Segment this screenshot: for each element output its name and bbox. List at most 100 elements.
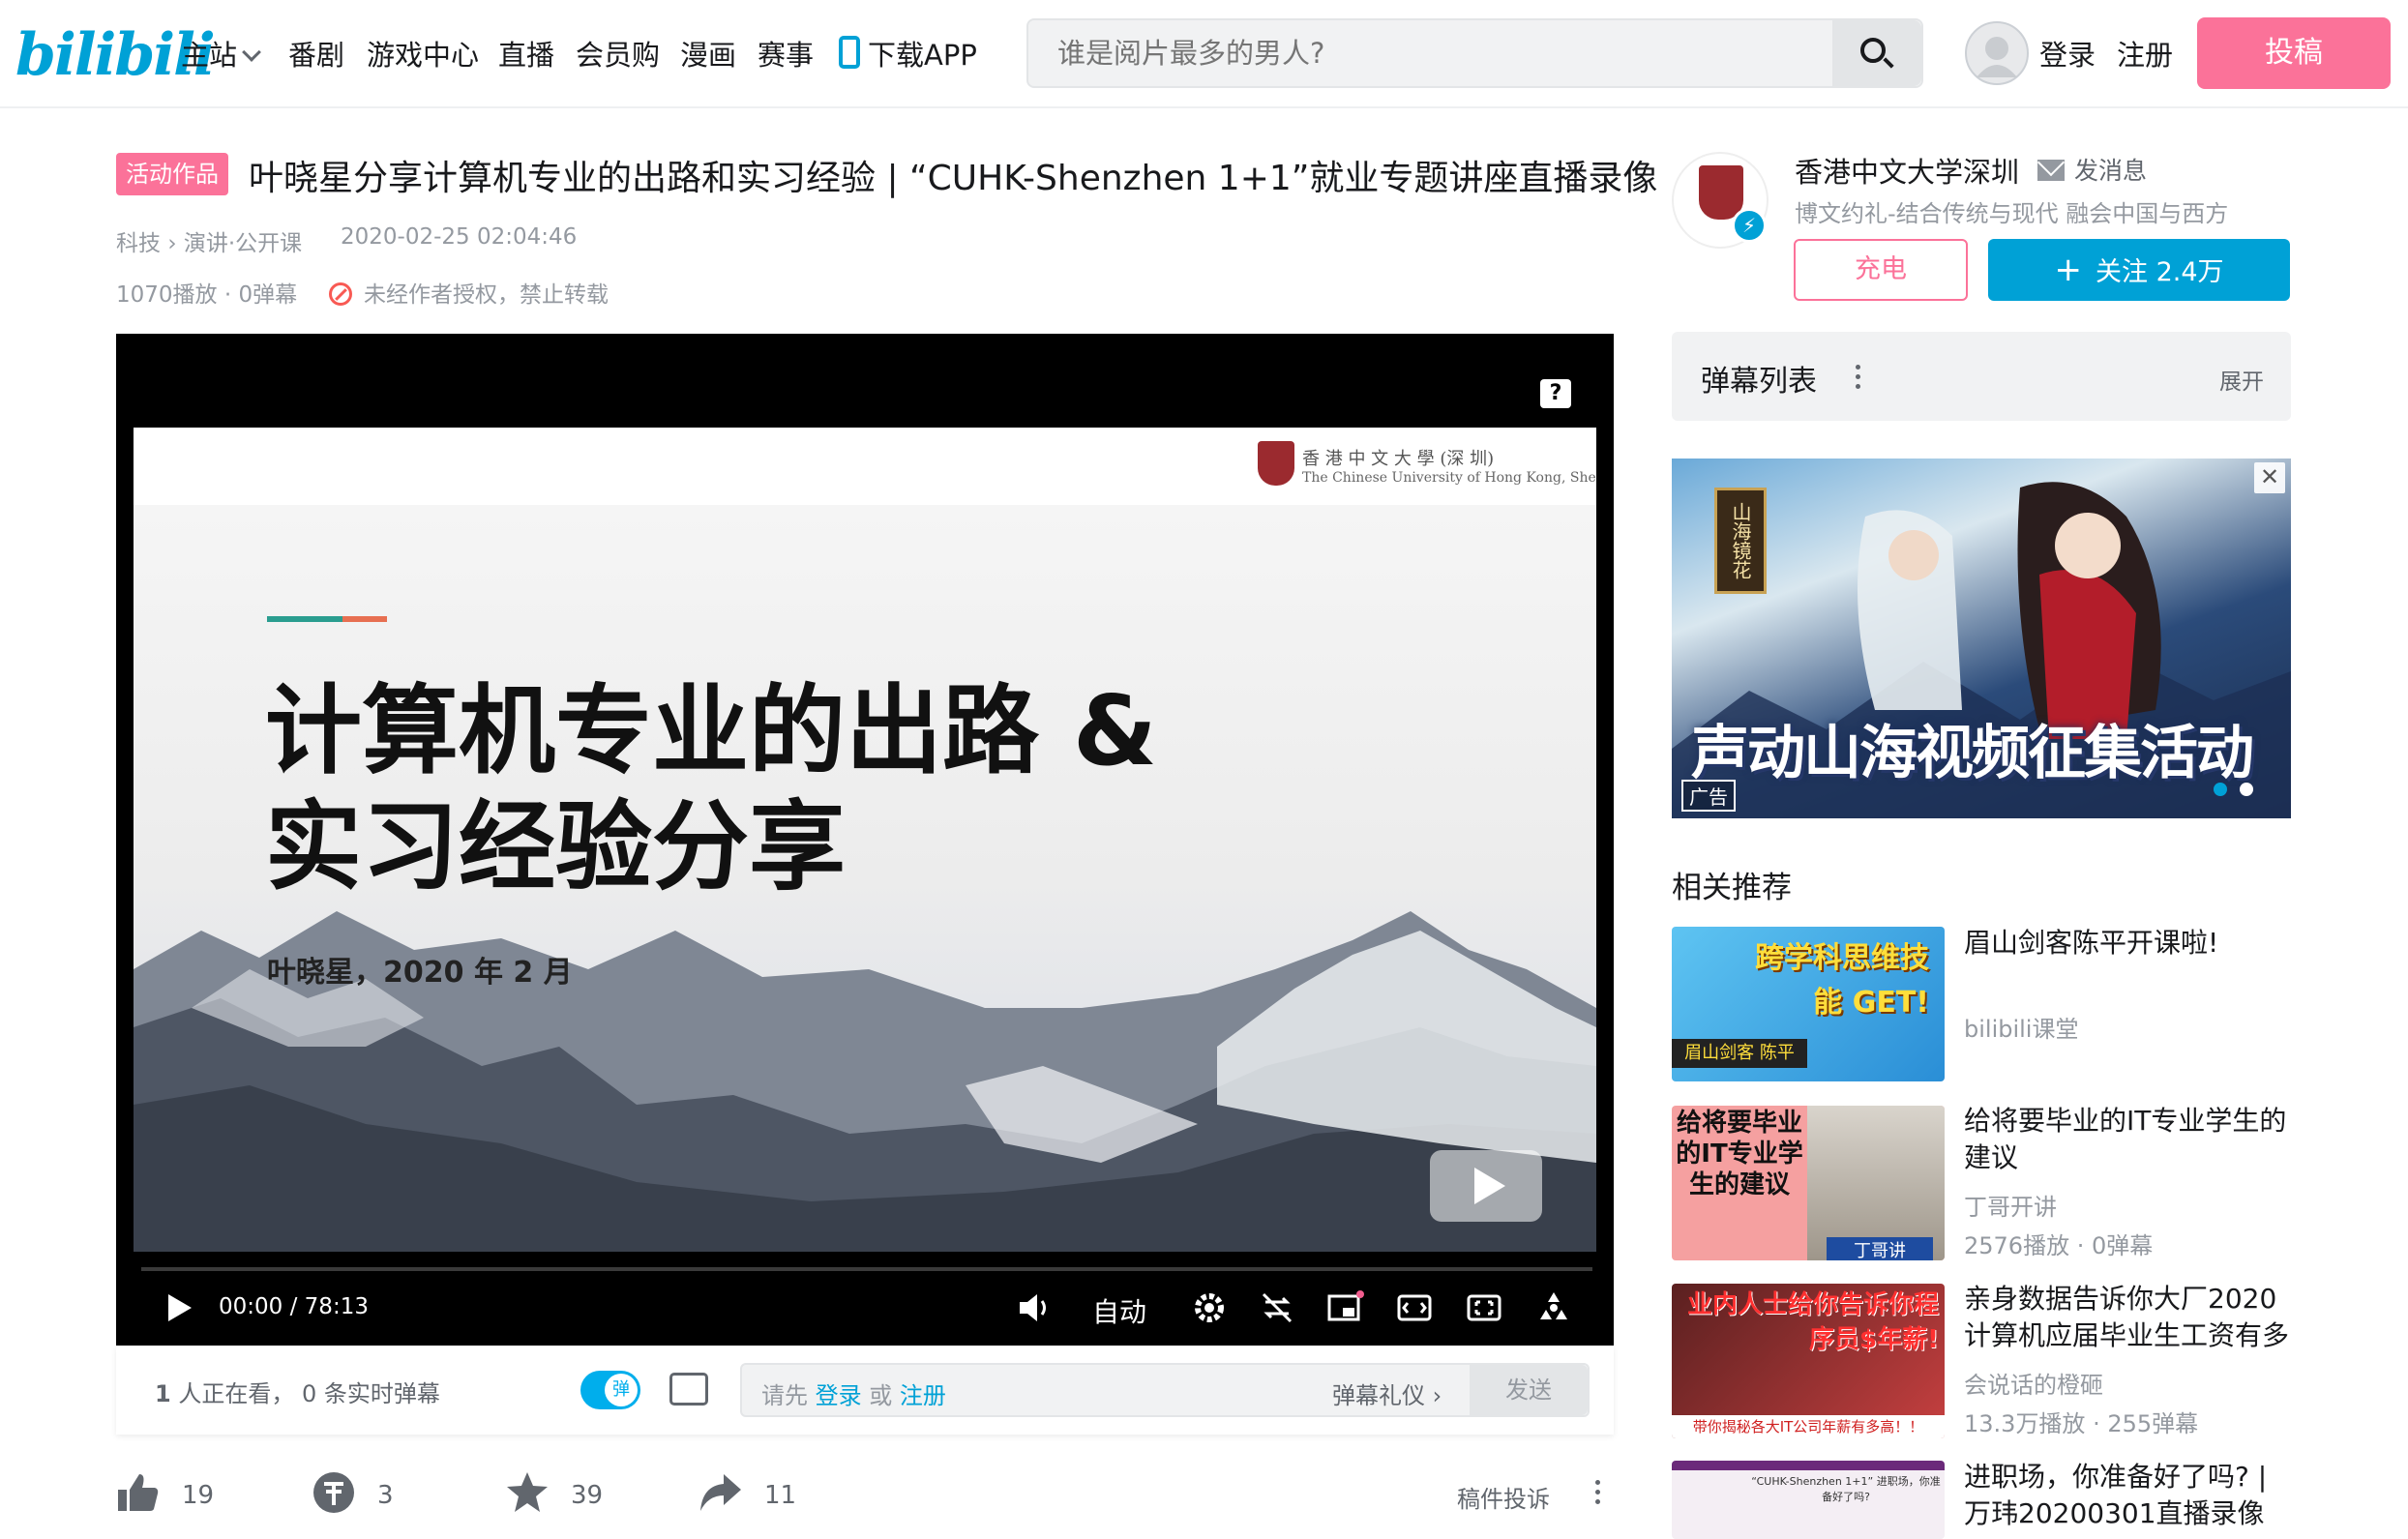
coin-button[interactable]: 3 — [312, 1470, 394, 1515]
prompt-or: 或 — [869, 1382, 893, 1409]
video-stats: 1070播放 · 0弹幕 — [116, 282, 298, 308]
ad-banner[interactable]: 山海镜花 声动山海视频征集活动 广告 ✕ — [1672, 459, 2291, 818]
subcategory-link[interactable]: 演讲·公开课 — [184, 231, 302, 256]
rec-title[interactable]: 亲身数据告诉你大厂2020计算机应届毕业生工资有多 — [1964, 1281, 2303, 1354]
danmaku-list-expand[interactable]: 展开 — [2219, 363, 2264, 396]
uploader-description: 博文约礼-结合传统与现代 融会中国与西方 — [1795, 200, 2229, 227]
rec-title[interactable]: 进职场，你准备好了吗? | 万玮20200301直播录像 — [1964, 1459, 2303, 1532]
loop-off-icon[interactable] — [1258, 1288, 1296, 1327]
total-time: 78:13 — [304, 1294, 369, 1319]
chevron-down-icon — [242, 43, 261, 62]
share-button[interactable]: 11 — [699, 1470, 796, 1515]
rec-thumbnail[interactable]: 跨学科思维技能 GET! 眉山剑客 陈平 — [1672, 927, 1945, 1081]
settings-gear-icon[interactable] — [1190, 1288, 1229, 1327]
web-fullscreen-icon[interactable] — [1465, 1288, 1503, 1327]
big-play-button[interactable] — [1430, 1150, 1542, 1222]
upload-button[interactable]: 投稿 — [2197, 17, 2391, 89]
like-count: 19 — [182, 1481, 215, 1510]
category-link[interactable]: 科技 — [116, 231, 161, 256]
prompt-login-link[interactable]: 登录 — [816, 1382, 862, 1409]
watching-info: 1 人正在看， 0 条实时弹幕 — [155, 1375, 440, 1408]
send-button[interactable]: 发送 — [1470, 1365, 1588, 1415]
quality-selector[interactable]: 自动 — [1092, 1291, 1146, 1330]
rec-thumb-subtext: 眉山剑客 陈平 — [1672, 1039, 1807, 1068]
rec-author[interactable]: 丁哥开讲 — [1964, 1188, 2057, 1222]
search-input[interactable] — [1028, 20, 1834, 86]
no-repost-icon — [329, 282, 352, 306]
prompt-prefix: 请先 — [761, 1382, 808, 1409]
slide-heading-line2: 实习经验分享 — [265, 790, 846, 903]
volume-icon[interactable] — [1014, 1288, 1053, 1327]
rec-thumb-text: 给将要毕业的IT专业学生的建议 — [1676, 1109, 1803, 1199]
rec-thumbnail[interactable]: 业内人士给你告诉你程序员$年薪! 带你揭秘各大IT公司年薪有多高！！ — [1672, 1284, 1945, 1438]
realtime-text: 条实时弹幕 — [323, 1380, 440, 1407]
chevron-right-icon: › — [1432, 1382, 1442, 1409]
follow-button[interactable]: + 关注 2.4万 — [1988, 239, 2290, 301]
phone-icon — [839, 36, 860, 69]
send-message-link[interactable]: 发消息 — [2037, 152, 2147, 187]
danmaku-list-header[interactable]: 弹幕列表 展开 — [1672, 332, 2291, 421]
thumbs-up-icon — [118, 1474, 159, 1511]
rec-thumbnail[interactable]: “CUHK-Shenzhen 1+1” 进职场，你准备好了吗? — [1672, 1461, 1945, 1539]
nav-vip-shop[interactable]: 会员购 — [576, 33, 660, 74]
favorite-button[interactable]: 39 — [505, 1470, 603, 1515]
rec-title[interactable]: 给将要毕业的IT专业学生的建议 — [1964, 1103, 2303, 1176]
rec-author[interactable]: bilibili课堂 — [1964, 1010, 2078, 1044]
carousel-dot[interactable] — [2240, 783, 2253, 796]
uploader-name[interactable]: 香港中文大学深圳 — [1795, 150, 2019, 191]
rec-thumb-text: 跨学科思维技能 GET! — [1755, 941, 1929, 1020]
video-player[interactable]: ? 香 港 中 文 大 學 (深 圳) The Chinese Universi… — [116, 334, 1614, 1346]
danmaku-input-prompt: 请先 登录 或 注册 — [761, 1376, 946, 1410]
close-icon[interactable]: ✕ — [2254, 462, 2285, 493]
send-message-label: 发消息 — [2074, 157, 2148, 185]
more-options-icon[interactable] — [1595, 1480, 1601, 1509]
nav-bangumi[interactable]: 番剧 — [288, 33, 344, 74]
copyright-text: 未经作者授权，禁止转载 — [364, 282, 609, 308]
rec-stats: 13.3万播放 · 255弹幕 — [1964, 1410, 2199, 1437]
danmaku-settings-icon[interactable] — [669, 1373, 708, 1406]
like-button[interactable]: 19 — [116, 1470, 214, 1515]
nav-game-center[interactable]: 游戏中心 — [367, 33, 479, 74]
watching-count: 1 — [155, 1380, 171, 1407]
nav-main-site-label: 主站 — [181, 39, 238, 72]
register-link[interactable]: 注册 — [2117, 33, 2173, 74]
nav-download-app[interactable]: 下载APP — [839, 33, 977, 74]
danmaku-toggle[interactable]: 弹 — [580, 1371, 640, 1409]
search-button[interactable] — [1832, 20, 1921, 86]
help-button[interactable]: ? — [1540, 379, 1571, 408]
danmaku-toggle-knob: 弹 — [605, 1374, 638, 1406]
accent-line-orange — [342, 616, 387, 622]
nav-live[interactable]: 直播 — [498, 33, 554, 74]
widescreen-icon[interactable] — [1395, 1288, 1434, 1327]
rec-author[interactable]: 会说话的橙砸 — [1964, 1366, 2103, 1400]
search-icon — [1860, 38, 1886, 63]
danmaku-list-menu-icon[interactable] — [1856, 365, 1861, 394]
fullscreen-icon[interactable] — [1534, 1288, 1573, 1327]
rec-title[interactable]: 眉山剑客陈平开课啦! — [1964, 925, 2303, 962]
breadcrumb: 科技 › 演讲·公开课 — [116, 224, 302, 257]
ad-game-logo: 山海镜花 — [1714, 488, 1767, 594]
star-icon — [507, 1472, 548, 1512]
copyright-notice: 未经作者授权，禁止转载 — [329, 276, 609, 309]
play-icon[interactable] — [159, 1288, 197, 1327]
realtime-count: 0 — [301, 1380, 317, 1407]
activity-tag[interactable]: 活动作品 — [116, 153, 228, 195]
plus-icon: + — [2054, 251, 2082, 289]
pip-icon[interactable] — [1325, 1288, 1364, 1327]
rec-thumb-banner — [1672, 1461, 1945, 1470]
danmaku-etiquette-link[interactable]: 弹幕礼仪 › — [1332, 1376, 1442, 1410]
nav-esports[interactable]: 赛事 — [758, 33, 814, 74]
etiquette-label: 弹幕礼仪 — [1332, 1382, 1425, 1409]
prompt-register-link[interactable]: 注册 — [900, 1382, 946, 1409]
carousel-dot-active[interactable] — [2214, 783, 2227, 796]
rec-thumbnail[interactable]: 给将要毕业的IT专业学生的建议 丁哥讲 — [1672, 1106, 1945, 1260]
chevron-right-icon: › — [167, 231, 184, 256]
danmaku-input[interactable]: 请先 登录 或 注册 弹幕礼仪 › 发送 — [740, 1363, 1590, 1417]
nav-main-site[interactable]: 主站 — [181, 33, 261, 74]
report-link[interactable]: 稿件投诉 — [1457, 1480, 1550, 1514]
charge-button[interactable]: 充电 — [1794, 239, 1968, 301]
login-link[interactable]: 登录 — [2039, 33, 2096, 74]
avatar[interactable] — [1965, 21, 2029, 85]
progress-bar[interactable] — [141, 1267, 1592, 1271]
nav-manga[interactable]: 漫画 — [680, 33, 736, 74]
